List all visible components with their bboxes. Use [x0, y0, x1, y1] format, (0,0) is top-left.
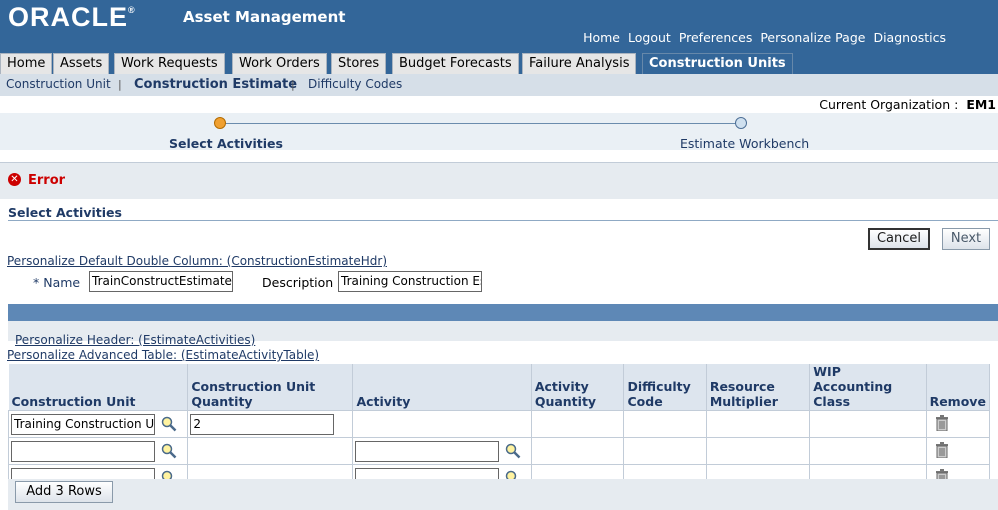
- next-button[interactable]: Next: [942, 228, 990, 250]
- activities-table: Construction Unit Construction Unit Quan…: [7, 364, 991, 492]
- subtab-construction-unit[interactable]: Construction Unit: [6, 77, 111, 91]
- col-header-activity: Activity: [352, 364, 532, 411]
- name-label: * Name: [33, 275, 81, 290]
- tab-work-requests[interactable]: Work Requests: [114, 53, 225, 74]
- table-row: Training Construction Un 2: [7, 410, 991, 438]
- global-links: Home Logout Preferences Personalize Page…: [583, 30, 946, 45]
- train-step-current-icon: [214, 117, 226, 129]
- wip-accounting-class-cell: [809, 410, 927, 438]
- subtab-separator: |: [118, 78, 122, 91]
- global-link-home[interactable]: Home: [583, 30, 620, 45]
- tab-work-orders[interactable]: Work Orders: [232, 53, 327, 74]
- error-label: Error: [28, 173, 66, 188]
- activity-cell: [352, 410, 532, 438]
- train-step-estimate-workbench[interactable]: Estimate Workbench: [680, 136, 809, 151]
- activity-quantity-cell: [530, 410, 625, 438]
- trash-icon[interactable]: [935, 414, 949, 431]
- activity-input[interactable]: [355, 440, 500, 462]
- description-label: Description: [262, 275, 334, 290]
- trash-icon[interactable]: [935, 441, 949, 458]
- difficulty-code-cell: [623, 410, 707, 438]
- global-link-logout[interactable]: Logout: [628, 30, 671, 45]
- train-step-next-icon[interactable]: [735, 117, 747, 129]
- col-header-resource-multiplier: Resource Multiplier: [706, 364, 811, 411]
- app-name: Asset Management: [183, 8, 346, 26]
- tab-stores[interactable]: Stores: [331, 53, 387, 74]
- table-row: [7, 437, 991, 465]
- subtab-difficulty-codes[interactable]: Difficulty Codes: [308, 77, 402, 91]
- current-organization: Current Organization : EM1: [819, 97, 996, 112]
- activity-quantity-cell: [530, 437, 625, 465]
- col-header-construction-unit: Construction Unit: [8, 364, 189, 411]
- cancel-button[interactable]: Cancel: [868, 228, 930, 250]
- train-line: [220, 123, 740, 124]
- global-link-personalize-page[interactable]: Personalize Page: [760, 30, 865, 45]
- construction-unit-input[interactable]: Training Construction Un: [11, 413, 155, 435]
- subtab-separator: |: [291, 78, 295, 91]
- tab-budget-forecasts[interactable]: Budget Forecasts: [392, 53, 519, 74]
- resource-multiplier-cell: [705, 410, 811, 438]
- main-tabs: Home Assets Work Requests Work Orders St…: [0, 53, 998, 74]
- col-header-construction-unit-quantity: Construction Unit Quantity: [187, 364, 354, 411]
- section-divider: [8, 220, 998, 221]
- name-input[interactable]: TrainConstructEstimate1: [89, 271, 233, 292]
- personalize-double-column-link[interactable]: Personalize Default Double Column: (Cons…: [7, 254, 387, 268]
- sub-tabs: Construction Unit | Construction Estimat…: [0, 74, 998, 96]
- tab-assets[interactable]: Assets: [53, 53, 110, 74]
- col-header-wip-accounting-class: WIP Accounting Class: [809, 364, 927, 411]
- subtab-construction-estimate[interactable]: Construction Estimate: [134, 77, 297, 92]
- tab-home[interactable]: Home: [0, 53, 53, 74]
- search-icon[interactable]: [161, 443, 177, 459]
- train-step-select-activities: Select Activities: [169, 136, 283, 151]
- construction-unit-quantity-input[interactable]: 2: [190, 413, 335, 435]
- construction-unit-quantity-cell: [187, 437, 354, 465]
- error-icon: ✕: [8, 173, 21, 186]
- construction-unit-input[interactable]: [11, 440, 155, 462]
- tab-failure-analysis[interactable]: Failure Analysis: [522, 53, 637, 74]
- oracle-logo: ORACLE®: [8, 2, 136, 32]
- header-bar: [8, 304, 998, 321]
- col-header-remove: Remove: [926, 364, 991, 411]
- section-title: Select Activities: [8, 205, 122, 220]
- description-input[interactable]: Training Construction Es: [338, 271, 482, 292]
- col-header-difficulty-code: Difficulty Code: [623, 364, 707, 411]
- global-link-diagnostics[interactable]: Diagnostics: [873, 30, 946, 45]
- personalize-header-link[interactable]: Personalize Header: (EstimateActivities): [15, 333, 255, 347]
- global-link-preferences[interactable]: Preferences: [679, 30, 753, 45]
- search-icon[interactable]: [505, 443, 521, 459]
- personalize-advanced-table-link[interactable]: Personalize Advanced Table: (EstimateAct…: [7, 348, 319, 362]
- app-header: ORACLE® Asset Management Home Logout Pre…: [0, 0, 998, 53]
- difficulty-code-cell: [623, 437, 707, 465]
- wip-accounting-class-cell: [809, 437, 927, 465]
- table-footer: [8, 479, 998, 510]
- error-message-box: ✕ Error: [0, 162, 998, 199]
- process-train: Select Activities Estimate Workbench: [0, 113, 998, 151]
- add-rows-button[interactable]: Add 3 Rows: [15, 481, 113, 503]
- col-header-activity-quantity: Activity Quantity: [531, 364, 625, 411]
- resource-multiplier-cell: [705, 437, 811, 465]
- tab-construction-units[interactable]: Construction Units: [642, 53, 793, 74]
- search-icon[interactable]: [161, 416, 177, 432]
